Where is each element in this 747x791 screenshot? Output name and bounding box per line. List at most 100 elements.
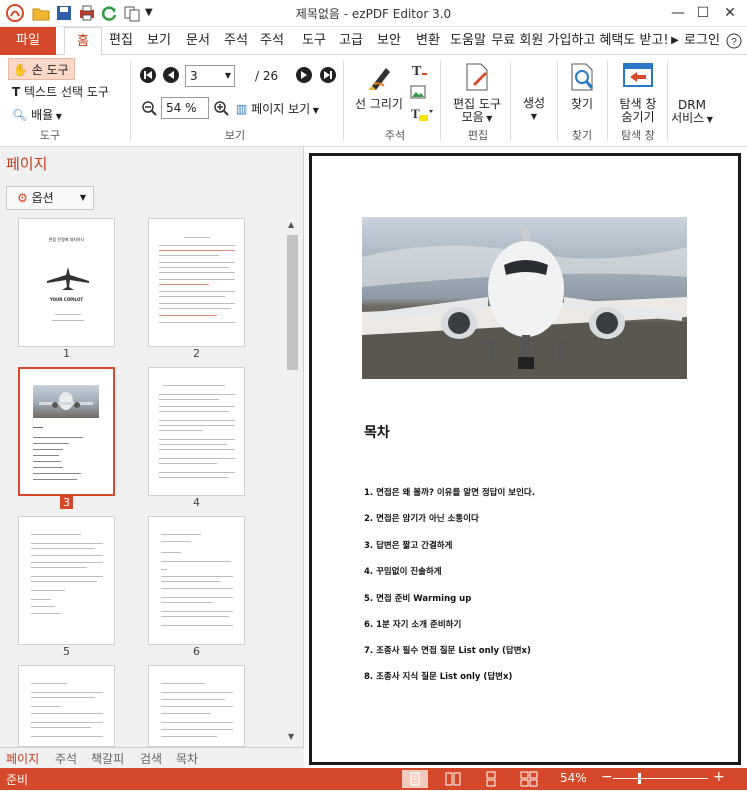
zoom-slider-thumb[interactable] (638, 773, 641, 784)
thumbnail-scrollbar[interactable]: ▲ ▼ (285, 217, 300, 747)
last-page-icon[interactable] (320, 67, 336, 86)
tab-view[interactable]: 보기 (143, 27, 175, 55)
tab-annotation[interactable]: 주석 (220, 27, 252, 55)
drm-service-button[interactable]: DRM 서비스 ▼ (667, 99, 717, 126)
zoom-tool-button[interactable]: 🔍︎ 배율 ▼ (12, 106, 62, 123)
airplane-icon (47, 267, 89, 290)
prev-page-icon[interactable] (163, 67, 179, 86)
zoom-input[interactable]: 54 % (161, 97, 209, 119)
login-link[interactable]: 로그인 (682, 27, 722, 55)
separator (510, 61, 511, 141)
tab-pages[interactable]: 페이지 (6, 750, 39, 767)
tab-bookmarks[interactable]: 책갈피 (91, 750, 124, 767)
toc-item: 3. 답변은 짧고 간결하게 (364, 541, 453, 551)
tab-search[interactable]: 검색 (140, 750, 162, 767)
page-view-button[interactable]: ▥ 페이지 보기 ▼ (236, 100, 319, 117)
page-number-label: 2 (193, 347, 200, 360)
tab-toc[interactable]: 목차 (176, 750, 198, 767)
group-label-tools: 도구 (39, 129, 61, 142)
status-bar: 준비 54% − + (0, 768, 747, 790)
search-icon (562, 62, 602, 94)
document-page: 목차 1. 면접은 왜 볼까? 이유를 알면 정답이 보인다. 2. 면접은 암… (309, 153, 741, 765)
single-page-view-button[interactable] (402, 770, 428, 788)
page-thumbnail-8[interactable] (148, 665, 245, 747)
zoom-out-icon[interactable] (141, 100, 157, 119)
zoom-in-icon[interactable] (213, 100, 229, 119)
page-thumbnail-7[interactable] (18, 665, 115, 747)
zoom-slider-track[interactable] (613, 778, 708, 779)
nav-pane-button[interactable]: 탐색 창 숨기기 (612, 62, 664, 124)
tab-convert[interactable]: 변환 (412, 27, 444, 55)
draw-line-button[interactable]: 선 그리기 (351, 62, 407, 111)
tab-file[interactable]: 파일 (0, 27, 56, 55)
page-number-input[interactable]: 3 ▼ (185, 65, 235, 87)
edit-document-icon (448, 62, 506, 94)
next-page-icon[interactable] (296, 67, 312, 86)
separator (130, 61, 131, 141)
facing-continuous-view-button[interactable] (516, 770, 542, 788)
hand-tool-button[interactable]: ✋ 손 도구 (8, 58, 75, 80)
image-annotation-icon[interactable] (410, 85, 426, 102)
chevron-down-icon: ▼ (79, 193, 86, 202)
pages-panel: 페이지 ⚙ 옵션▼ 면접 전쟁에 대처하다 YOUR COPILOT 1 2 (0, 147, 304, 767)
page-number-label: 4 (193, 496, 200, 509)
page-number-label: 5 (63, 645, 70, 658)
group-label-nav: 탐색 창 (621, 129, 655, 142)
status-text: 준비 (6, 773, 29, 787)
zoom-out-button[interactable]: − (601, 769, 613, 785)
promo-link[interactable]: 무료 회원 가입하고 혜택도 받고! (490, 27, 670, 55)
tab-help[interactable]: 도움말 (450, 27, 486, 55)
magnifier-icon: 🔍︎ (12, 108, 28, 122)
tab-home[interactable]: 홈 (64, 27, 102, 56)
toc-item: 8. 조종사 지식 질문 List only (답변x) (364, 672, 513, 682)
separator (607, 61, 608, 141)
panel-title: 페이지 (6, 155, 48, 173)
hand-icon: ✋ (13, 63, 28, 77)
page-thumbnail-3[interactable] (18, 367, 115, 496)
find-button[interactable]: 찾기 (562, 62, 602, 111)
group-label-view: 보기 (224, 129, 246, 142)
page-thumbnail-4[interactable] (148, 367, 245, 496)
toc-item: 7. 조종사 필수 면접 질문 List only (답변x) (364, 646, 531, 656)
toc-item: 4. 꾸밈없이 진솔하게 (364, 567, 442, 577)
two-page-view-button[interactable] (440, 770, 466, 788)
svg-text:T: T (412, 64, 422, 78)
highlight-text-icon[interactable]: T (410, 106, 434, 125)
edit-tools-button[interactable]: 편집 도구 모음 ▼ (448, 62, 506, 125)
tab-security[interactable]: 보안 (373, 27, 405, 55)
tab-edit[interactable]: 편집 (106, 27, 136, 55)
separator (440, 61, 441, 141)
page-thumbnail-2[interactable] (148, 218, 245, 347)
tab-annotations[interactable]: 주석 (55, 750, 77, 767)
document-viewer[interactable]: 목차 1. 면접은 왜 볼까? 이유를 알면 정답이 보인다. 2. 면접은 암… (305, 147, 747, 767)
text-select-tool-button[interactable]: T 텍스트 선택 도구 (12, 83, 109, 100)
ribbon-tabs: 파일 홈 편집 보기 문서 주석 주석 도구 고급 보안 변환 도움말 무료 회… (0, 27, 747, 56)
tab-advanced[interactable]: 고급 (335, 27, 367, 55)
panel-bottom-tabs: 페이지 주석 책갈피 검색 목차 (0, 747, 304, 768)
group-label-annot: 주석 (384, 129, 406, 142)
text-annotation-icon[interactable]: T (410, 62, 428, 81)
group-label-edit: 편집 (467, 129, 489, 142)
options-button[interactable]: ⚙ 옵션 ▼ (6, 186, 94, 210)
tab-annotation-2[interactable]: 주석 (256, 27, 288, 55)
scroll-down-icon[interactable]: ▼ (288, 732, 294, 741)
tab-document[interactable]: 문서 (182, 27, 214, 55)
play-icon: ▶ (671, 35, 679, 46)
pen-icon (351, 62, 407, 94)
text-cursor-icon: T (12, 85, 21, 99)
scroll-up-icon[interactable]: ▲ (288, 220, 294, 229)
zoom-in-button[interactable]: + (713, 769, 725, 785)
first-page-icon[interactable] (140, 67, 156, 86)
create-button[interactable]: 생성 ▼ (516, 97, 552, 123)
scroll-thumb[interactable] (287, 235, 298, 370)
page-thumbnail-6[interactable] (148, 516, 245, 645)
close-button[interactable]: ✕ (713, 0, 747, 27)
continuous-view-button[interactable] (478, 770, 504, 788)
page-thumbnail-5[interactable] (18, 516, 115, 645)
airplane-photo (362, 217, 687, 379)
tab-tools[interactable]: 도구 (298, 27, 330, 55)
page-thumbnail-1[interactable]: 면접 전쟁에 대처하다 YOUR COPILOT (18, 218, 115, 347)
help-icon[interactable]: ? (725, 27, 743, 55)
svg-text:T: T (411, 106, 420, 121)
chevron-down-icon: ▼ (224, 71, 231, 80)
